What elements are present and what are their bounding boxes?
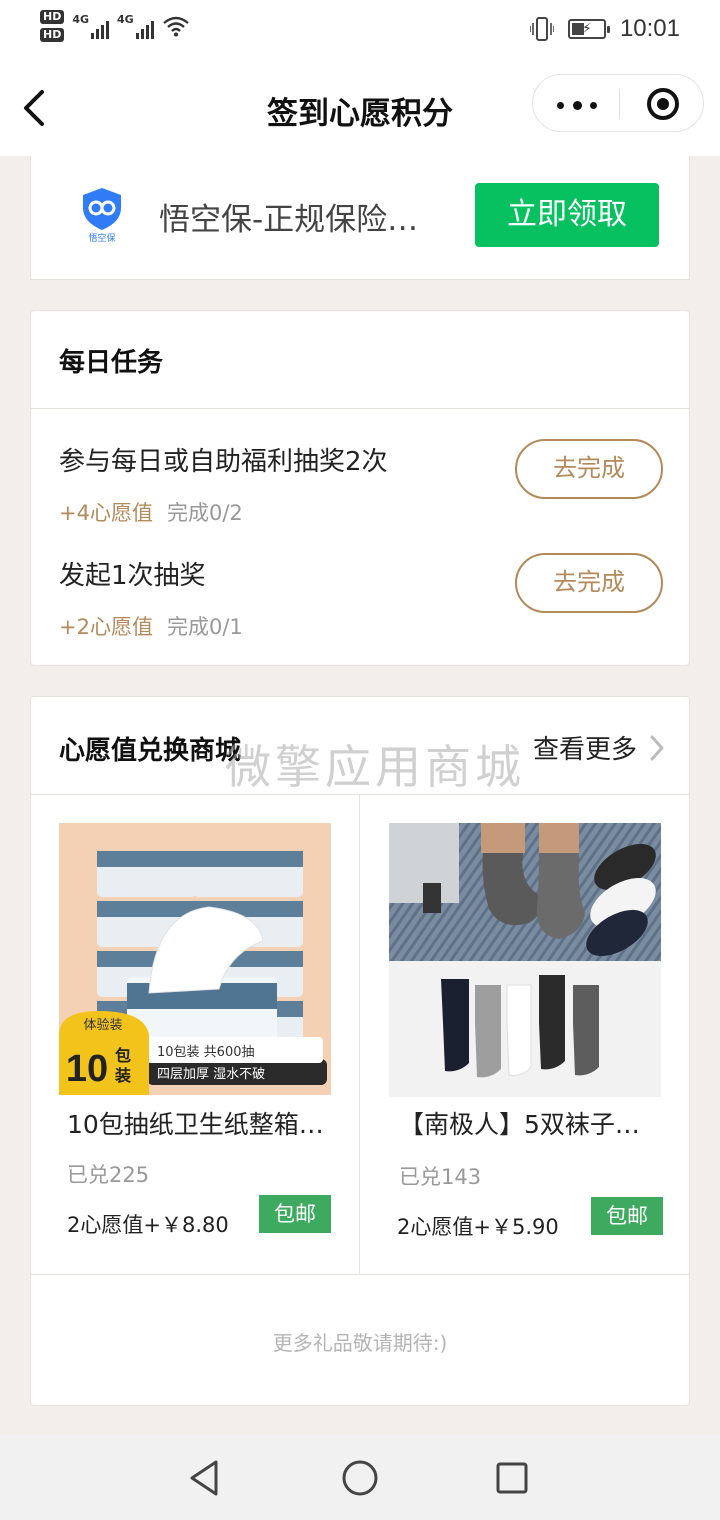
sim2-signal: 4G — [117, 13, 154, 39]
task-reward: +4心愿值 — [59, 501, 153, 525]
sim2-network-type: 4G — [117, 13, 134, 26]
wifi-icon — [162, 16, 189, 37]
sim1-signal: 4G — [72, 13, 110, 39]
svg-text:10: 10 — [66, 1048, 108, 1090]
task-title: 发起1次抽奖 — [59, 561, 206, 591]
signal-icon — [91, 21, 110, 39]
svg-text:四层加厚 湿水不破: 四层加厚 湿水不破 — [157, 1067, 265, 1082]
task-meta: +4心愿值 完成0/2 — [59, 497, 243, 527]
nav-home-icon[interactable] — [340, 1458, 380, 1498]
more-dots-icon[interactable] — [557, 101, 597, 110]
chevron-right-icon — [650, 735, 664, 760]
status-left: HD HD 4G 4G — [40, 10, 190, 42]
task-progress: 完成0/1 — [166, 615, 243, 639]
grid-divider — [359, 795, 360, 1274]
status-right: ⚡ 10:01 — [529, 14, 680, 44]
nav-recents-icon[interactable] — [492, 1458, 532, 1498]
svg-text:10包装 共600抽: 10包装 共600抽 — [157, 1045, 255, 1060]
sim1-hd-badge: HD — [40, 10, 65, 24]
go-complete-button[interactable]: 去完成 — [515, 439, 663, 499]
status-bar: HD HD 4G 4G ⚡ 10:01 — [0, 0, 720, 62]
shop-header: 心愿值兑换商城 微擎应用商城 查看更多 — [31, 697, 689, 795]
more-gifts-note: 更多礼品敬请期待:) — [272, 1331, 448, 1355]
task-item: 参与每日或自助福利抽奖2次 +4心愿值 完成0/2 去完成 — [31, 439, 689, 551]
battery-charging-icon: ⚡ — [567, 19, 610, 39]
product-sold-count: 已兑225 — [67, 1163, 150, 1187]
miniprogram-capsule — [532, 74, 704, 132]
product-name: 10包抽纸卫生纸整箱… — [67, 1110, 324, 1139]
daily-tasks-heading: 每日任务 — [59, 348, 164, 378]
svg-text:体验装: 体验装 — [83, 1017, 122, 1033]
sim2-hd-badge: HD — [40, 28, 65, 42]
product-sold-count: 已兑143 — [399, 1165, 482, 1189]
task-meta: +2心愿值 完成0/1 — [59, 611, 243, 641]
product-price: 2心愿值+￥8.80 — [67, 1213, 229, 1237]
task-reward: +2心愿值 — [59, 615, 153, 639]
product-grid: 体验装 10 包 装 10包装 共600抽 四层加厚 湿水不破 10包抽纸卫生纸… — [31, 795, 689, 1275]
watermark: 微擎应用商城 — [225, 740, 525, 794]
title-bar: 签到心愿积分 — [0, 62, 720, 156]
signal-icon — [135, 21, 154, 39]
task-title: 参与每日或自助福利抽奖2次 — [59, 447, 388, 477]
system-nav-bar — [0, 1434, 720, 1520]
free-shipping-badge: 包邮 — [591, 1197, 663, 1235]
view-more-link[interactable]: 查看更多 — [533, 729, 665, 766]
claim-now-button[interactable]: 立即领取 — [475, 183, 659, 247]
shop-heading: 心愿值兑换商城 — [59, 736, 242, 766]
svg-text:悟空保: 悟空保 — [88, 232, 115, 244]
view-more-label: 查看更多 — [532, 735, 637, 765]
product-card[interactable]: 【南极人】5双袜子… 已兑143 2心愿值+￥5.90 包邮 — [361, 795, 689, 1275]
free-shipping-badge: 包邮 — [259, 1195, 331, 1233]
product-price: 2心愿值+￥5.90 — [397, 1215, 559, 1239]
sim1-network-type: 4G — [72, 13, 90, 26]
product-card[interactable]: 体验装 10 包 装 10包装 共600抽 四层加厚 湿水不破 10包抽纸卫生纸… — [31, 795, 359, 1275]
socks-product-image — [389, 823, 661, 1097]
daily-tasks-card: 每日任务 参与每日或自助福利抽奖2次 +4心愿值 完成0/2 去完成 发起1次抽奖… — [30, 310, 690, 666]
svg-text:装: 装 — [114, 1066, 131, 1085]
product-name: 【南极人】5双袜子… — [399, 1110, 640, 1139]
clock: 10:01 — [619, 15, 680, 42]
task-item: 发起1次抽奖 +2心愿值 完成0/1 去完成 — [31, 553, 689, 665]
vibrate-icon — [529, 17, 554, 41]
ad-title: 悟空保-正规保险… — [159, 202, 419, 238]
svg-text:包: 包 — [115, 1046, 131, 1065]
nav-back-icon[interactable] — [186, 1458, 226, 1498]
daily-tasks-header: 每日任务 — [31, 311, 689, 409]
ad-banner[interactable]: 悟空保 悟空保-正规保险… 立即领取 — [30, 156, 690, 280]
close-target-icon[interactable] — [647, 88, 679, 120]
sim-indicators: HD HD — [40, 10, 65, 42]
tissue-product-image: 体验装 10 包 装 10包装 共600抽 四层加厚 湿水不破 — [59, 823, 331, 1095]
go-complete-button[interactable]: 去完成 — [515, 553, 663, 613]
wukongbao-logo: 悟空保 — [83, 188, 121, 244]
exchange-shop-card: 心愿值兑换商城 微擎应用商城 查看更多 体验装 10 包 装 10包装 共600… — [30, 696, 690, 1406]
capsule-divider — [619, 89, 620, 119]
task-progress: 完成0/2 — [166, 501, 243, 525]
